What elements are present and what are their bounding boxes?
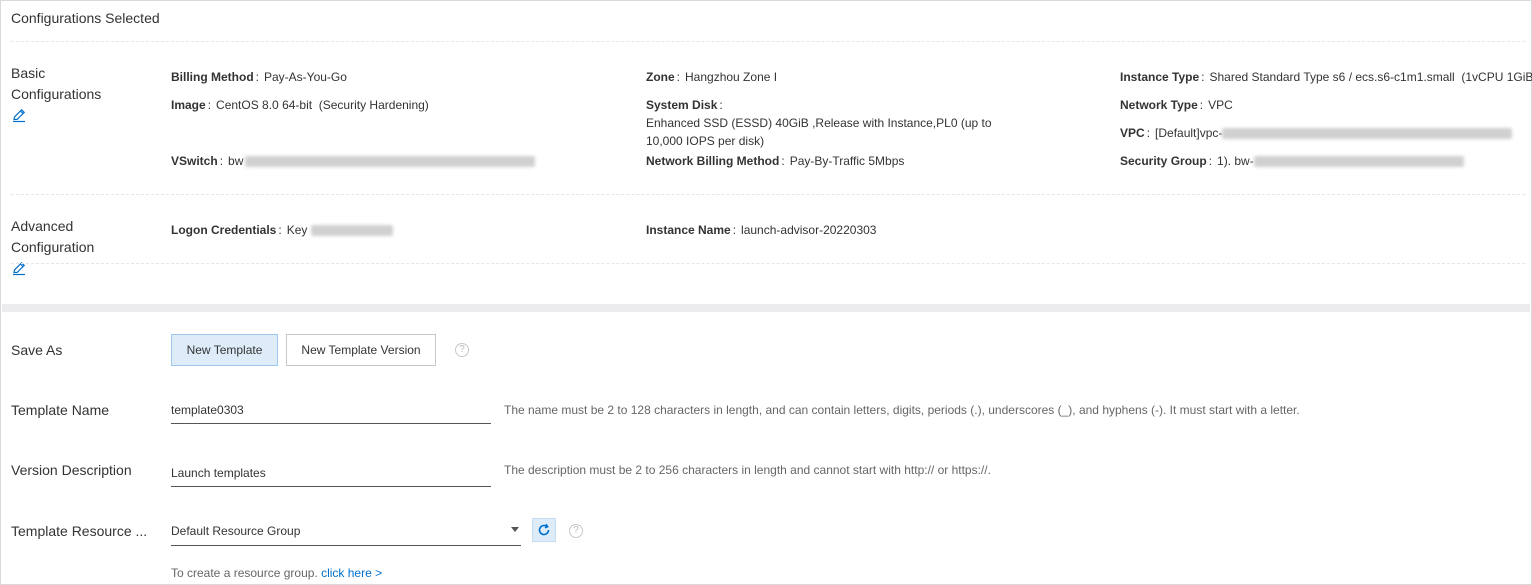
vpc-value: [Default]vpc- xyxy=(1155,126,1223,140)
billing-method-value: Pay-As-You-Go xyxy=(264,70,347,84)
instance-type-key: Instance Type xyxy=(1120,70,1200,84)
security-group-value: 1). bw- xyxy=(1217,154,1254,168)
security-group-key: Security Group xyxy=(1120,154,1207,168)
key-name-redacted xyxy=(311,225,394,237)
network-billing-method-key: Network Billing Method xyxy=(646,154,780,168)
logon-credentials-field: Logon Credentials: Key xyxy=(171,221,394,239)
basic-configurations-section-label: Basic Configurations xyxy=(11,63,141,129)
resource-group-footnote: To create a resource group. click here > xyxy=(171,566,382,580)
resource-group-help-icon[interactable]: ? xyxy=(569,524,583,538)
edit-basic-pencil-icon[interactable] xyxy=(11,107,27,123)
template-name-input[interactable] xyxy=(171,396,491,424)
version-description-hint: The description must be 2 to 256 charact… xyxy=(504,463,991,477)
vpc-redacted xyxy=(1222,128,1513,140)
version-description-input[interactable] xyxy=(171,459,491,487)
network-billing-method-field: Network Billing Method: Pay-By-Traffic 5M… xyxy=(646,154,905,168)
image-value: CentOS 8.0 64-bit (Security Hardening) xyxy=(216,98,429,112)
vswitch-field: VSwitch: bw xyxy=(171,152,536,170)
new-template-button[interactable]: New Template xyxy=(171,334,278,366)
logon-credentials-value: Key xyxy=(286,223,308,237)
divider xyxy=(11,263,1525,264)
resource-group-footnote-text: To create a resource group. xyxy=(171,566,318,580)
create-resource-group-link[interactable]: click here > xyxy=(321,566,382,580)
network-type-key: Network Type xyxy=(1120,98,1198,112)
caret-down-icon xyxy=(511,527,519,532)
template-name-hint: The name must be 2 to 128 characters in … xyxy=(504,403,1300,417)
security-group-redacted xyxy=(1253,156,1464,168)
advanced-configuration-section-label: Advanced Configuration xyxy=(11,216,141,282)
billing-method-field: Billing Method: Pay-As-You-Go xyxy=(171,70,347,84)
save-as-label: Save As xyxy=(11,342,63,358)
zone-key: Zone xyxy=(646,70,675,84)
vswitch-redacted xyxy=(245,156,536,168)
version-description-label: Version Description xyxy=(11,462,132,478)
advanced-label-line2: Configuration xyxy=(11,239,95,255)
image-key: Image xyxy=(171,98,206,112)
zone-value: Hangzhou Zone I xyxy=(685,70,778,84)
panel-title: Configurations Selected xyxy=(11,10,160,26)
divider xyxy=(11,41,1525,42)
network-billing-method-value: Pay-By-Traffic 5Mbps xyxy=(789,154,905,168)
vswitch-value: bw xyxy=(228,154,244,168)
instance-name-key: Instance Name xyxy=(646,223,731,237)
network-type-field: Network Type: VPC xyxy=(1120,98,1233,112)
instance-type-field: Instance Type: Shared Standard Type s6 / … xyxy=(1120,68,1532,86)
template-name-label: Template Name xyxy=(11,402,110,418)
vpc-field: VPC: [Default]vpc- xyxy=(1120,124,1513,142)
zone-field: Zone: Hangzhou Zone I xyxy=(646,70,778,84)
instance-type-value: Shared Standard Type s6 / ecs.s6-c1m1.sm… xyxy=(1209,70,1532,84)
save-as-help-icon[interactable]: ? xyxy=(455,343,469,357)
instance-name-field: Instance Name: launch-advisor-20220303 xyxy=(646,223,877,237)
divider xyxy=(11,194,1525,195)
system-disk-field: System Disk:Enhanced SSD (ESSD) 40GiB ,R… xyxy=(646,96,1096,150)
new-template-version-button[interactable]: New Template Version xyxy=(286,334,436,366)
resource-group-value: Default Resource Group xyxy=(171,524,301,538)
billing-method-key: Billing Method xyxy=(171,70,254,84)
advanced-label-line1: Advanced xyxy=(11,218,74,234)
section-separator xyxy=(2,304,1530,312)
resource-group-select[interactable]: Default Resource Group xyxy=(171,516,521,546)
vswitch-key: VSwitch xyxy=(171,154,218,168)
refresh-button[interactable] xyxy=(532,518,556,542)
system-disk-value: Enhanced SSD (ESSD) 40GiB ,Release with … xyxy=(646,116,992,148)
system-disk-key: System Disk xyxy=(646,98,718,112)
vpc-key: VPC xyxy=(1120,126,1145,140)
template-resource-group-label: Template Resource ... xyxy=(11,523,148,539)
refresh-icon xyxy=(538,523,550,536)
basic-label-line2: Configurations xyxy=(11,86,102,102)
logon-credentials-key: Logon Credentials xyxy=(171,223,277,237)
network-type-value: VPC xyxy=(1208,98,1233,112)
instance-name-value: launch-advisor-20220303 xyxy=(741,223,877,237)
security-group-field: Security Group:1). bw- xyxy=(1120,152,1464,170)
basic-label-line1: Basic xyxy=(11,65,46,81)
configuration-panel: Configurations Selected Basic Configurat… xyxy=(0,0,1532,585)
image-field: Image: CentOS 8.0 64-bit (Security Harden… xyxy=(171,98,429,112)
